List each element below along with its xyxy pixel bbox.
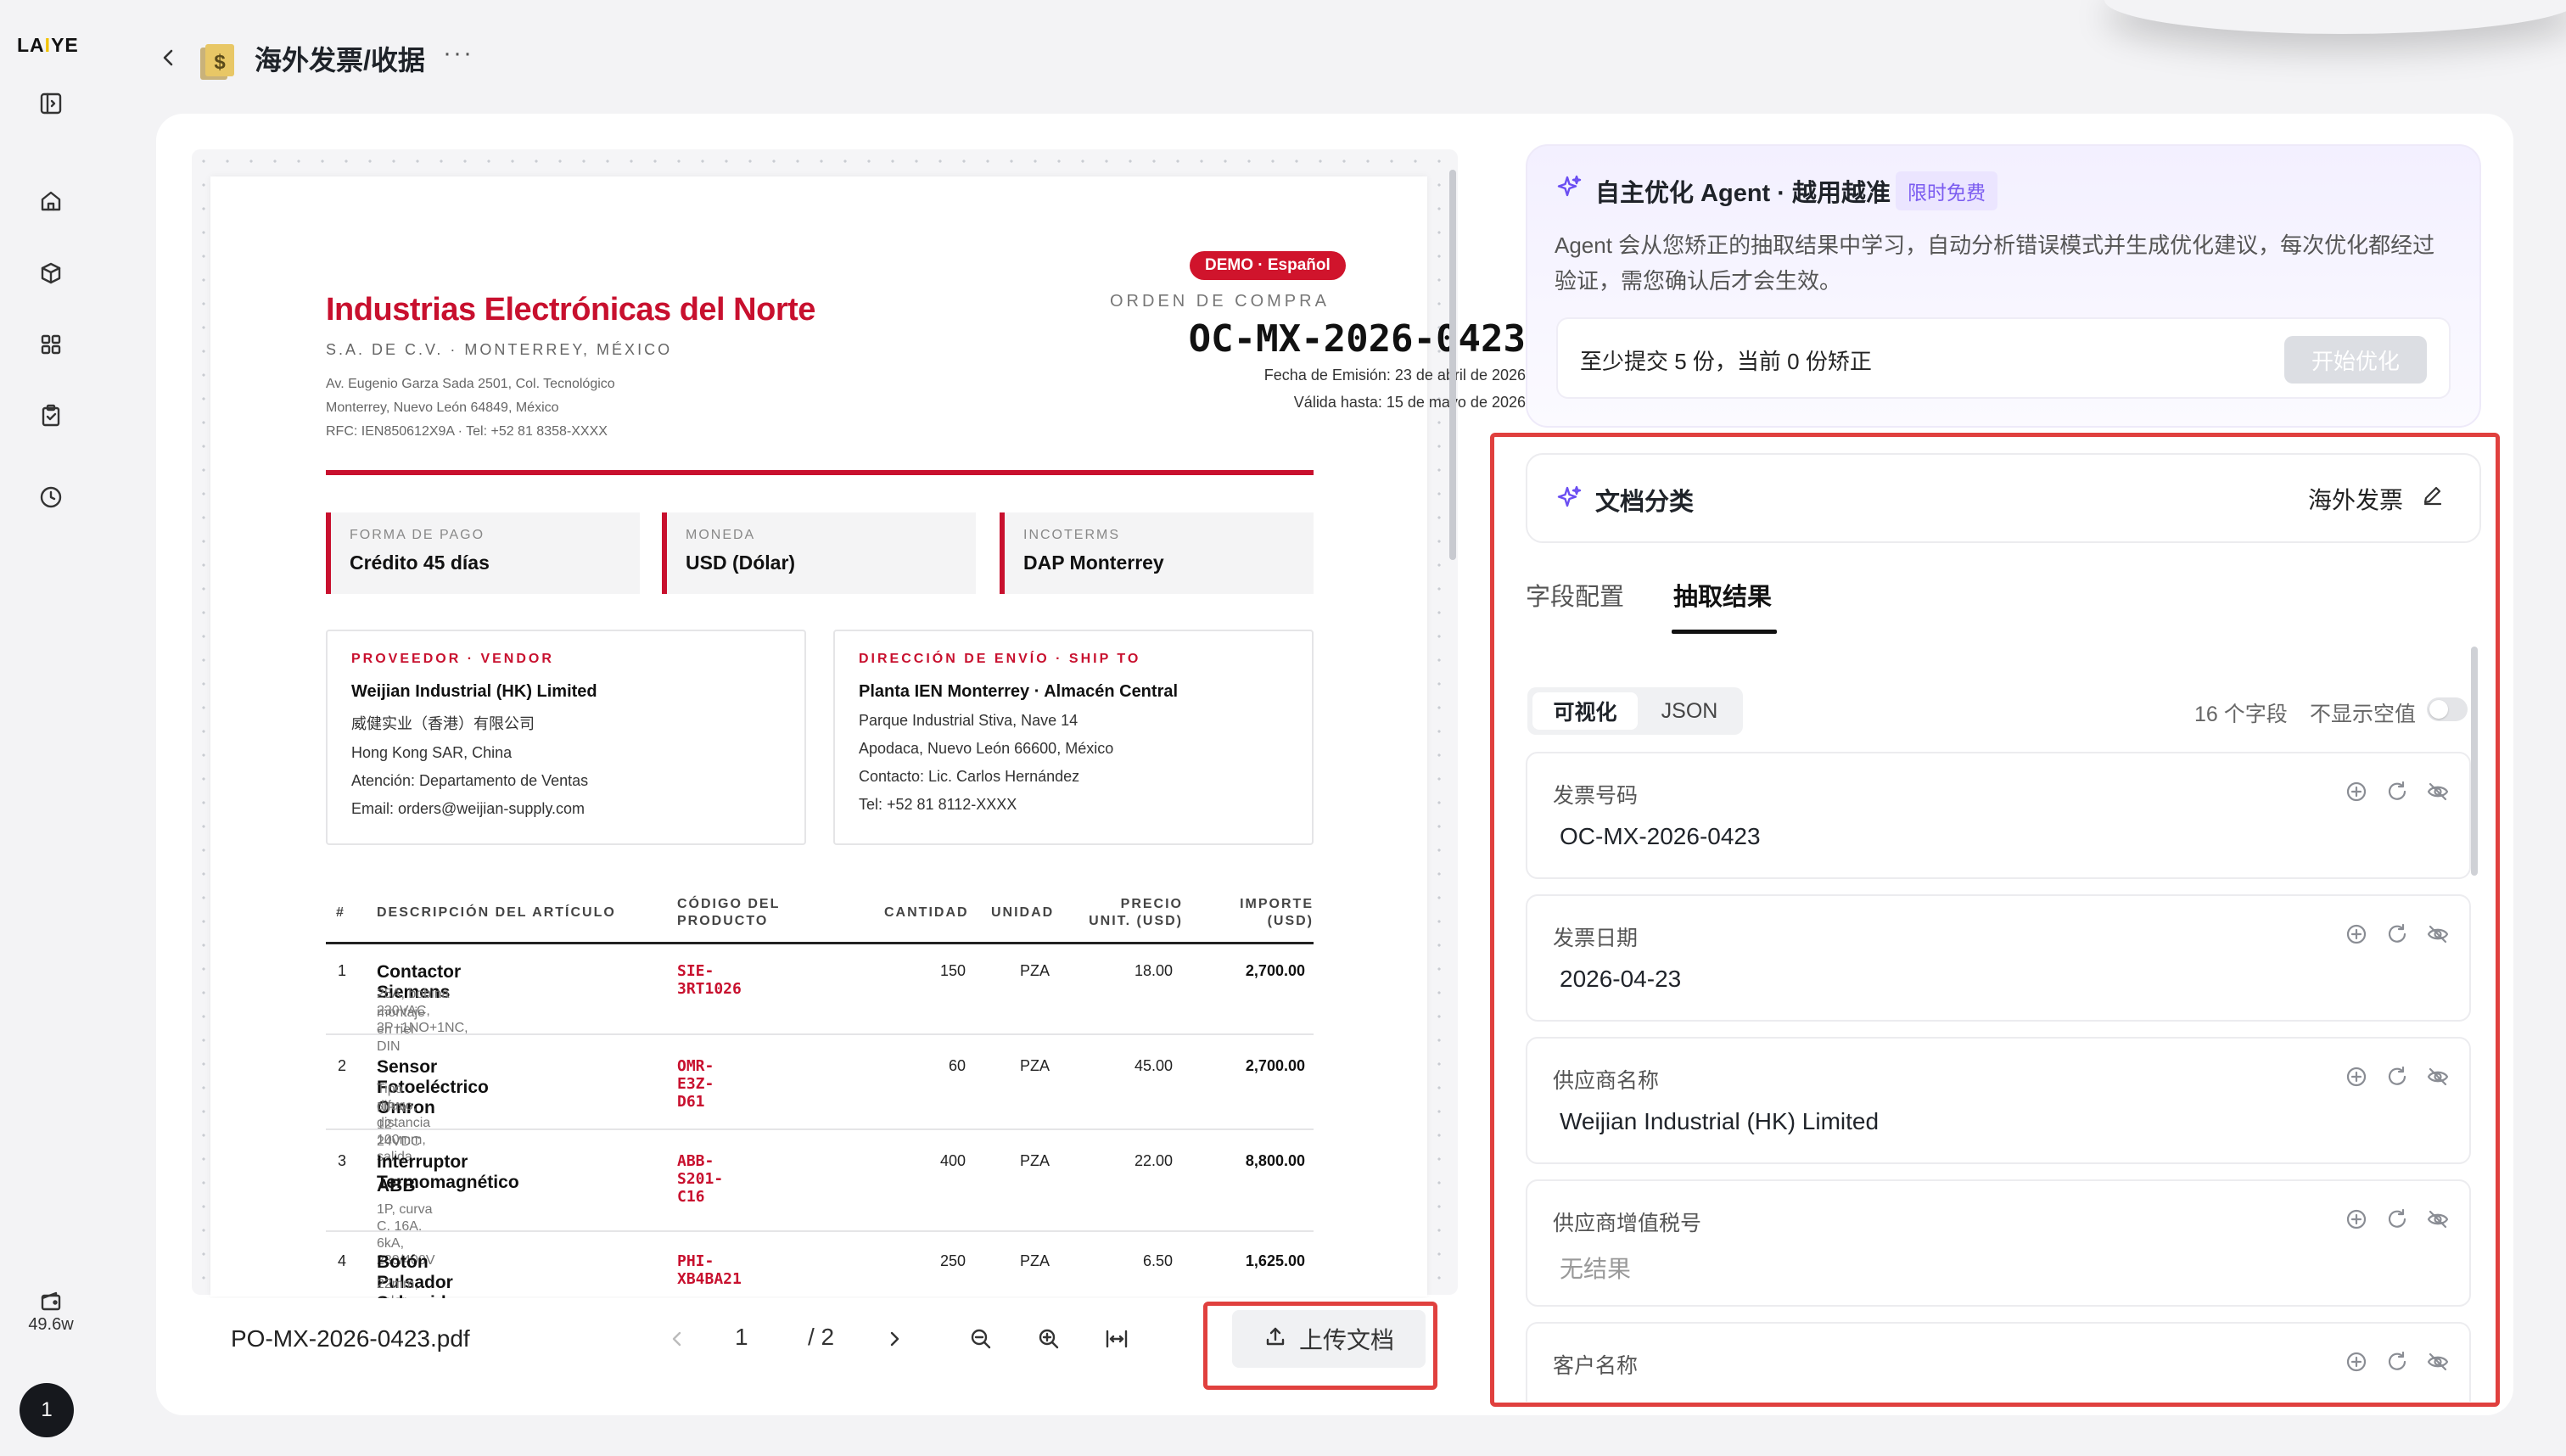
back-chevron-icon[interactable] — [154, 42, 180, 73]
window-shadow — [2104, 0, 2566, 34]
company-address-line: Monterrey, Nuevo León 64849, México — [326, 400, 559, 415]
free-tag: 限时免费 — [1896, 171, 1997, 210]
agent-status-text: 至少提交 5 份，当前 0 份矫正 — [1580, 349, 1872, 374]
term-currency: MONEDA USD (Dólar) — [662, 512, 976, 594]
term-incoterms: INCOTERMS DAP Monterrey — [1000, 512, 1314, 594]
red-divider — [326, 470, 1314, 475]
agent-description: Agent 会从您矫正的抽取结果中学习，自动分析错误模式并生成优化建议，每次优化… — [1555, 232, 2435, 294]
current-page-input[interactable]: 1 — [735, 1324, 748, 1351]
col-num: # — [336, 905, 345, 920]
page-title: 海外发票/收据 — [255, 45, 425, 76]
sidebar-toggle-icon[interactable] — [32, 85, 70, 122]
start-optimize-button[interactable]: 开始优化 — [2284, 336, 2427, 384]
apps-grid-icon[interactable] — [32, 326, 70, 363]
col-description: DESCRIPCIÓN DEL ARTÍCULO — [377, 905, 616, 920]
company-name: Industrias Electrónicas del Norte — [326, 292, 815, 328]
zoom-out-icon[interactable] — [967, 1325, 994, 1352]
invoice-app-icon: $ — [197, 41, 238, 81]
left-rail: LAIYE 49.6w 1 — [0, 0, 100, 1456]
svg-text:$: $ — [214, 51, 226, 74]
fit-width-icon[interactable] — [1103, 1325, 1130, 1352]
col-unit: UNIDAD — [991, 905, 1055, 920]
valid-until: Válida hasta: 15 de mayo de 2026 — [1293, 394, 1526, 411]
agent-title: 自主优化 Agent · 越用越准 — [1595, 180, 1891, 207]
preview-scrollbar[interactable] — [1449, 170, 1456, 560]
zoom-in-icon[interactable] — [1035, 1325, 1062, 1352]
avatar[interactable]: 1 — [20, 1383, 74, 1437]
term-payment: FORMA DE PAGO Crédito 45 días — [326, 512, 640, 594]
credit-balance: 49.6w — [28, 1315, 74, 1334]
issue-date: Fecha de Emisión: 23 de abril de 2026 — [1263, 367, 1526, 384]
results-highlight-box — [1490, 433, 2500, 1407]
file-name: PO-MX-2026-0423.pdf — [231, 1325, 470, 1352]
col-price: PRECIO UNIT. (USD) — [1089, 897, 1183, 928]
ship-to-box: DIRECCIÓN DE ENVÍO · SHIP TO Planta IEN … — [833, 630, 1314, 845]
upload-highlight-box — [1203, 1302, 1437, 1390]
company-address-line: Av. Eugenio Garza Sada 2501, Col. Tecnol… — [326, 377, 615, 391]
total-pages: / 2 — [808, 1324, 835, 1350]
more-options-button[interactable]: ··· — [443, 39, 473, 68]
order-label: ORDEN DE COMPRA — [1110, 292, 1330, 311]
row-divider — [326, 1230, 1314, 1232]
sparkle-icon — [1555, 173, 1583, 202]
history-clock-icon[interactable] — [32, 479, 70, 516]
col-amount: IMPORTE (USD) — [1240, 897, 1314, 928]
row-divider — [326, 1128, 1314, 1130]
col-qty: CANTIDAD — [884, 905, 969, 920]
col-code: CÓDIGO DEL PRODUCTO — [677, 897, 781, 928]
prev-page-icon[interactable] — [664, 1325, 691, 1352]
vendor-box: PROVEEDOR · VENDOR Weijian Industrial (H… — [326, 630, 806, 845]
clipboard-check-icon[interactable] — [32, 397, 70, 434]
next-page-icon[interactable] — [881, 1325, 908, 1352]
company-subtitle: S.A. DE C.V. · MONTERREY, MÉXICO — [326, 341, 673, 358]
pdf-page: DEMO · Español Industrias Electrónicas d… — [210, 176, 1526, 1376]
table-header-rule — [326, 942, 1314, 944]
cube-icon[interactable] — [32, 255, 70, 292]
laiye-logo: LAIYE — [17, 34, 79, 56]
home-icon[interactable] — [32, 182, 70, 220]
company-address-line: RFC: IEN850612X9A · Tel: +52 81 8358-XXX… — [326, 424, 608, 439]
row-divider — [326, 1033, 1314, 1035]
demo-badge: DEMO · Español — [1190, 251, 1346, 280]
order-number: OC-MX-2026-0423 — [1188, 317, 1526, 361]
